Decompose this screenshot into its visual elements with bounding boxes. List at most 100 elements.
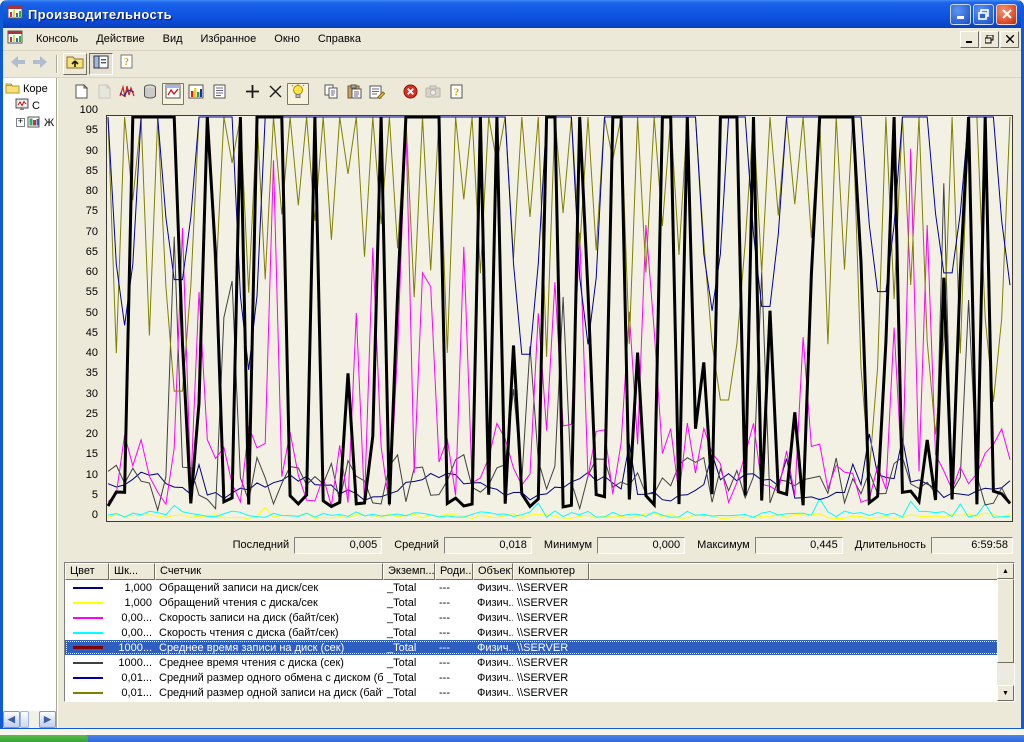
- parent-cell: ---: [435, 687, 473, 699]
- counter-cell: Обращений записи на диск/сек: [155, 582, 383, 594]
- counter-color-swatch: [73, 646, 103, 649]
- scroll-track[interactable]: [997, 663, 1014, 685]
- tree-item-label: С: [32, 100, 40, 112]
- instance-cell: _Total: [383, 582, 435, 594]
- computer-cell: \\SERVER: [513, 687, 589, 699]
- y-tick-label: 90: [68, 145, 98, 157]
- start-button[interactable]: [0, 735, 88, 742]
- highlight-button[interactable]: [287, 83, 309, 105]
- properties-icon: [369, 84, 385, 104]
- stat-value: 0,445: [755, 537, 843, 554]
- menu-избранное[interactable]: Избранное: [192, 30, 266, 48]
- child-restore-button[interactable]: [980, 31, 999, 48]
- minimize-button[interactable]: [950, 4, 971, 25]
- window-controls: [948, 4, 1017, 25]
- counter-cell: Средний размер одного обмена с диском (б…: [155, 672, 383, 684]
- counter-cell: Средний размер одной записи на диск (бай…: [155, 687, 383, 699]
- counter-row[interactable]: 1,000Обращений записи на диск/сек_Total-…: [65, 580, 1014, 595]
- titlebar[interactable]: Производительность: [3, 0, 1021, 28]
- legend-header-Счетчик[interactable]: Счетчик: [155, 563, 383, 580]
- counter-row[interactable]: 1000...Среднее время записи на диск (сек…: [65, 640, 1014, 655]
- monitor-icon: [15, 98, 29, 114]
- scroll-right-button[interactable]: ▶: [39, 711, 56, 728]
- counter-color-swatch: [73, 662, 103, 664]
- view-graph-button[interactable]: [162, 83, 184, 105]
- instance-cell: _Total: [383, 672, 435, 684]
- menu-окно[interactable]: Окно: [265, 30, 309, 48]
- stat-label: Последний: [233, 539, 290, 551]
- add-counter-button[interactable]: [241, 83, 263, 105]
- legend-header-Экземп...[interactable]: Экземп...: [383, 563, 435, 580]
- y-tick-label: 10: [68, 469, 98, 481]
- copy-properties-icon: [323, 84, 339, 104]
- scroll-thumb[interactable]: [997, 579, 1014, 663]
- paste-counter-list-button[interactable]: [343, 83, 365, 105]
- color-swatch-cell: [65, 677, 109, 679]
- child-close-button[interactable]: [1000, 31, 1019, 48]
- counter-row[interactable]: 0,01...Средний размер одного обмена с ди…: [65, 670, 1014, 685]
- legend-header-filler[interactable]: [589, 563, 1014, 580]
- scale-cell: 1,000: [109, 582, 155, 594]
- clear-display-icon: [97, 84, 112, 104]
- counter-row[interactable]: 1,000Обращений чтения с диска/сек_Total-…: [65, 595, 1014, 610]
- freeze-display-button[interactable]: [399, 83, 421, 105]
- y-tick-label: 70: [68, 226, 98, 238]
- counter-row[interactable]: 0,01...Средний размер одной записи на ди…: [65, 685, 1014, 700]
- legend-scrollbar[interactable]: ▲ ▼: [997, 563, 1014, 701]
- copy-properties-button[interactable]: [320, 83, 342, 105]
- scale-cell: 0,01...: [109, 687, 155, 699]
- legend-header-Шк...[interactable]: Шк...: [109, 563, 155, 580]
- legend-header-Роди...[interactable]: Роди...: [435, 563, 473, 580]
- close-button[interactable]: [996, 4, 1017, 25]
- scroll-down-button[interactable]: ▼: [997, 685, 1014, 701]
- view-current-activity-button[interactable]: [116, 83, 138, 105]
- forward-icon: [31, 55, 49, 74]
- tree-item-logs[interactable]: +Ж: [3, 114, 56, 131]
- view-histogram-button[interactable]: [185, 83, 207, 105]
- up-one-level-button[interactable]: [63, 53, 87, 75]
- tree-expander[interactable]: +: [16, 118, 25, 127]
- tree-horizontal-scrollbar[interactable]: ◀ ▶: [3, 711, 56, 728]
- console-window-icon: [7, 29, 23, 50]
- legend-header-Цвет[interactable]: Цвет: [65, 563, 109, 580]
- restore-button[interactable]: [973, 4, 994, 25]
- help-button[interactable]: ?: [445, 83, 467, 105]
- object-cell: Физич...: [473, 642, 513, 654]
- parent-cell: ---: [435, 627, 473, 639]
- counter-row[interactable]: 1000...Среднее время чтения с диска (сек…: [65, 655, 1014, 670]
- view-log-data-button[interactable]: [139, 83, 161, 105]
- scroll-left-button[interactable]: ◀: [3, 711, 20, 728]
- up-one-level-icon: [66, 54, 84, 74]
- series-00FFFF: [108, 499, 1010, 518]
- scale-cell: 0,01...: [109, 672, 155, 684]
- tree-item-folder[interactable]: Коре: [3, 80, 56, 97]
- legend-header-Компьютер[interactable]: Компьютер: [513, 563, 589, 580]
- counter-row[interactable]: 0,00...Скорость чтения с диска (байт/сек…: [65, 625, 1014, 640]
- menu-справка[interactable]: Справка: [309, 30, 370, 48]
- instance-cell: _Total: [383, 657, 435, 669]
- y-tick-label: 55: [68, 286, 98, 298]
- tree-item-monitor[interactable]: С: [3, 97, 56, 114]
- menu-вид[interactable]: Вид: [154, 30, 192, 48]
- view-report-button[interactable]: [208, 83, 230, 105]
- y-tick-label: 45: [68, 327, 98, 339]
- legend-header-Объект[interactable]: Объект: [473, 563, 513, 580]
- counter-row[interactable]: 0,00...Скорость записи на диск (байт/сек…: [65, 610, 1014, 625]
- taskbar[interactable]: [0, 735, 1024, 742]
- new-counter-set-button[interactable]: [70, 83, 92, 105]
- menu-действие[interactable]: Действие: [87, 30, 153, 48]
- scroll-thumb[interactable]: [20, 711, 29, 728]
- mmc-toolbar: ?: [3, 51, 1021, 78]
- help-button[interactable]: ?: [115, 53, 139, 75]
- show-hide-console-tree-button[interactable]: [89, 53, 113, 75]
- counter-cell: Скорость записи на диск (байт/сек): [155, 612, 383, 624]
- delete-counter-button[interactable]: [264, 83, 286, 105]
- scroll-up-button[interactable]: ▲: [997, 563, 1014, 579]
- clear-display-button: [93, 83, 115, 105]
- properties-button[interactable]: [366, 83, 388, 105]
- stat-value: 0,018: [444, 537, 532, 554]
- menu-консоль[interactable]: Консоль: [27, 30, 87, 48]
- new-counter-set-icon: [74, 84, 89, 104]
- child-minimize-button[interactable]: [960, 31, 979, 48]
- y-tick-label: 60: [68, 266, 98, 278]
